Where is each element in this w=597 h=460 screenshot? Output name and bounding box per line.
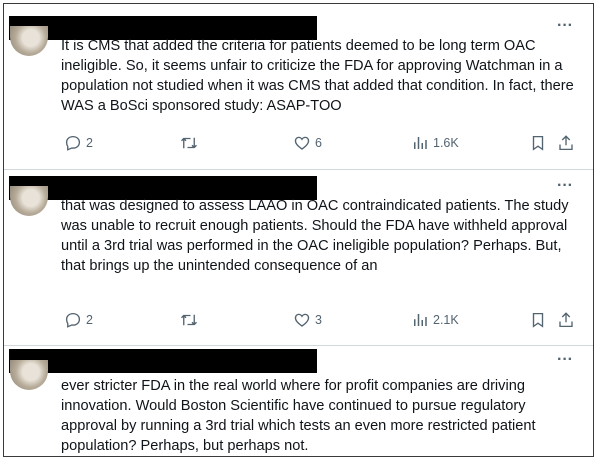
views-count: 2.1K xyxy=(433,313,459,327)
views-icon xyxy=(414,314,427,326)
like-button[interactable]: 6 xyxy=(293,133,322,153)
tweet-1[interactable]: ··· It is CMS that added the criteria fo… xyxy=(4,4,593,169)
retweet-button[interactable] xyxy=(179,133,199,153)
retweet-icon xyxy=(181,314,197,326)
tweet-text: that was designed to assess LAAO in OAC … xyxy=(61,198,569,274)
avatar[interactable] xyxy=(10,186,48,216)
retweet-icon xyxy=(181,137,197,149)
like-count: 6 xyxy=(315,136,322,150)
reply-icon xyxy=(65,312,81,328)
bookmark-icon xyxy=(532,135,544,151)
views-button[interactable]: 2.1K xyxy=(411,310,459,330)
views-count: 1.6K xyxy=(433,136,459,150)
tweet-3[interactable]: ··· ever stricter FDA in the real world … xyxy=(4,346,593,456)
retweet-button[interactable] xyxy=(179,310,199,330)
tweet-2[interactable]: ··· that was designed to assess LAAO in … xyxy=(4,170,593,345)
bookmark-button[interactable] xyxy=(529,133,547,153)
reply-icon xyxy=(65,135,81,151)
views-button[interactable]: 1.6K xyxy=(411,133,459,153)
bookmark-icon xyxy=(532,312,544,328)
more-icon[interactable]: ··· xyxy=(555,18,575,34)
share-button[interactable] xyxy=(557,133,575,153)
more-icon[interactable]: ··· xyxy=(555,352,575,368)
like-button[interactable]: 3 xyxy=(293,310,322,330)
heart-icon xyxy=(294,313,310,327)
reply-button[interactable]: 2 xyxy=(64,133,93,153)
tweet-text: ever stricter FDA in the real world wher… xyxy=(61,378,536,454)
more-icon[interactable]: ··· xyxy=(555,178,575,194)
redacted-author-header xyxy=(9,349,317,373)
share-icon xyxy=(559,135,573,151)
like-count: 3 xyxy=(315,313,322,327)
views-icon xyxy=(414,137,427,149)
share-button[interactable] xyxy=(557,310,575,330)
share-icon xyxy=(559,312,573,328)
tweet-thread: ··· It is CMS that added the criteria fo… xyxy=(3,3,594,457)
tweet-text: It is CMS that added the criteria for pa… xyxy=(61,38,574,114)
tweet-actions: 2 6 1.6K xyxy=(61,133,581,153)
avatar[interactable] xyxy=(10,360,48,390)
bookmark-button[interactable] xyxy=(529,310,547,330)
avatar[interactable] xyxy=(10,26,48,56)
reply-count: 2 xyxy=(86,313,93,327)
heart-icon xyxy=(294,136,310,150)
reply-count: 2 xyxy=(86,136,93,150)
reply-button[interactable]: 2 xyxy=(64,310,93,330)
tweet-actions: 2 3 2.1K xyxy=(61,310,581,330)
